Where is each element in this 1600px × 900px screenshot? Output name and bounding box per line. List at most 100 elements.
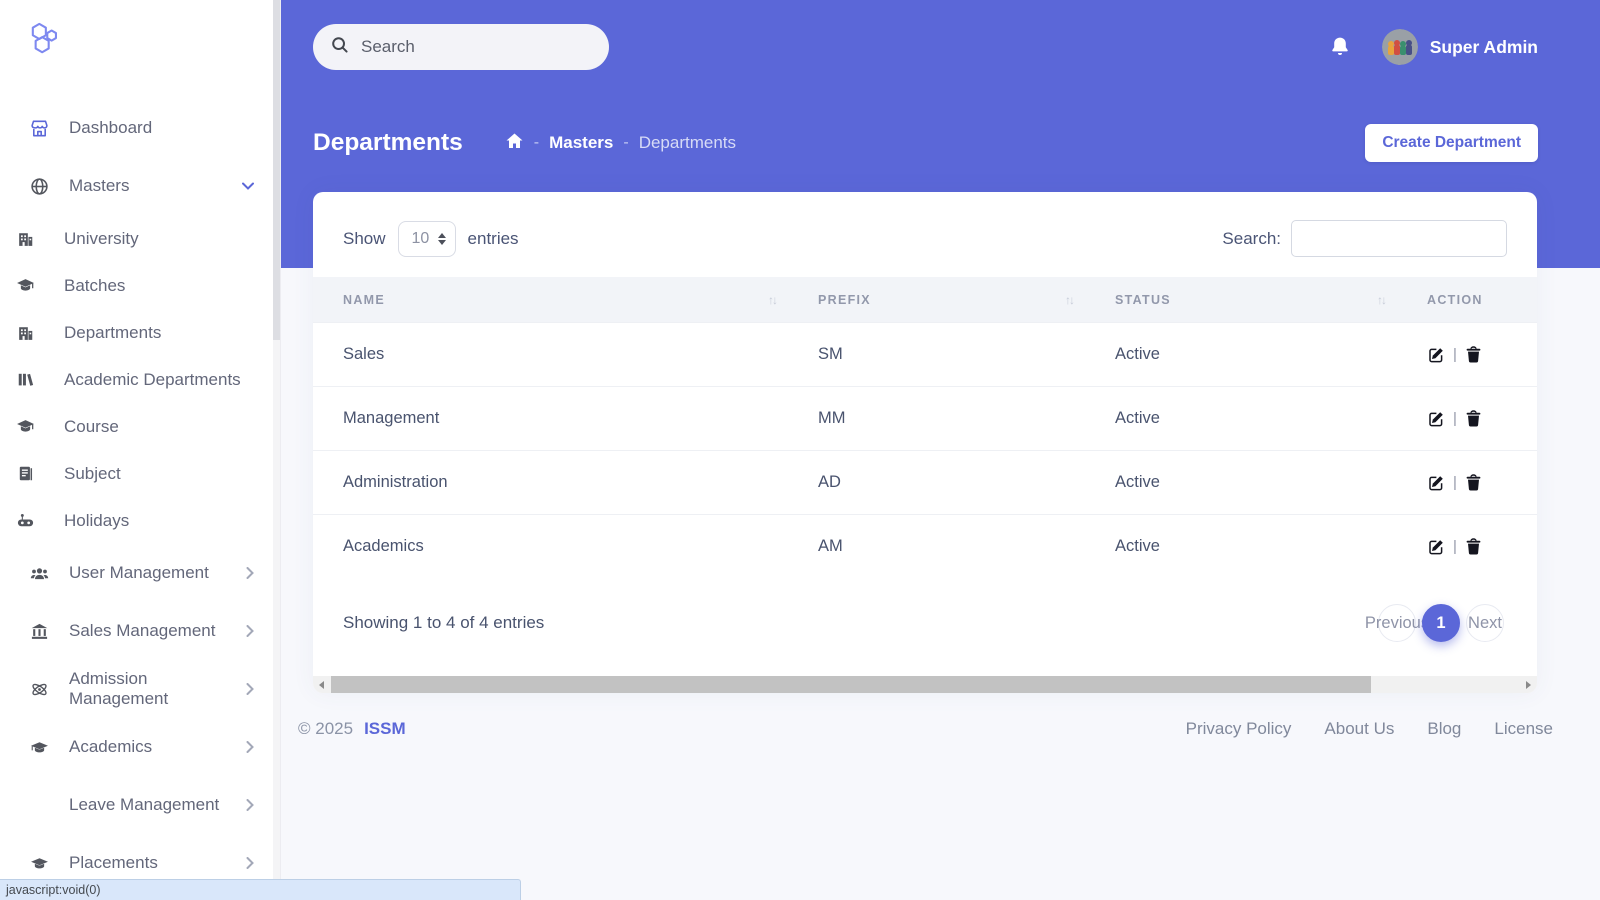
search-input[interactable] [361, 37, 581, 57]
sidebar-item-label: Subject [64, 463, 121, 483]
cell-name: Management [343, 409, 440, 427]
entries-label: entries [467, 228, 519, 248]
show-label: Show [343, 228, 386, 248]
page-size-select[interactable]: 10 [397, 220, 456, 257]
sidebar-item-label: University [64, 228, 139, 248]
page-footer: © 2025 ISSM Privacy Policy About Us Blog… [281, 719, 1600, 739]
edit-icon[interactable] [1427, 410, 1445, 428]
cell-status: Active [1115, 473, 1160, 491]
global-search[interactable] [313, 24, 609, 70]
home-icon[interactable] [505, 132, 524, 155]
table-row: Sales SM Active | [313, 322, 1537, 386]
chevron-right-icon [246, 567, 254, 579]
app-logo-icon[interactable] [28, 22, 62, 61]
brand-link[interactable]: ISSM [364, 719, 406, 739]
graduation-cap-icon [16, 276, 35, 295]
action-separator: | [1453, 346, 1457, 363]
cell-action: | [1427, 409, 1507, 428]
entries-info: Showing 1 to 4 of 4 entries [343, 613, 545, 632]
sidebar-item-subject[interactable]: Subject [0, 450, 280, 497]
delete-icon[interactable] [1465, 473, 1482, 492]
page-header: Departments - Masters - Departments Crea… [281, 124, 1600, 162]
sidebar-item-masters[interactable]: Masters [0, 157, 280, 215]
table-search: Search: [1222, 220, 1507, 257]
delete-icon[interactable] [1465, 409, 1482, 428]
breadcrumb-masters[interactable]: Masters [549, 133, 613, 153]
sidebar-item-admission-management[interactable]: Admission Management [0, 660, 280, 718]
footer-link-privacy-policy[interactable]: Privacy Policy [1186, 719, 1292, 739]
delete-icon[interactable] [1465, 345, 1482, 364]
pagination-next[interactable]: Next [1466, 604, 1504, 642]
store-icon [30, 119, 49, 138]
sort-icon: ↑↓ [768, 292, 778, 307]
sidebar-item-label: Masters [69, 176, 130, 195]
pagination-page-1[interactable]: 1 [1422, 604, 1460, 642]
table-header-row: NAME ↑↓ PREFIX ↑↓ STATUS ↑↓ ACTION [313, 277, 1537, 322]
sidebar-item-holidays[interactable]: Holidays [0, 497, 280, 544]
column-header-action: ACTION [1427, 292, 1483, 307]
blank-icon [30, 796, 49, 815]
chevron-right-icon [246, 857, 254, 869]
sidebar-item-label: Batches [64, 275, 126, 295]
footer-link-license[interactable]: License [1494, 719, 1553, 739]
footer-link-about-us[interactable]: About Us [1324, 719, 1394, 739]
chevron-right-icon [246, 741, 254, 753]
table-controls: Show 10 entries Search: [313, 192, 1537, 277]
cell-status: Active [1115, 345, 1160, 363]
sort-icon: ↑↓ [1377, 292, 1387, 307]
sort-icon: ↑↓ [1065, 292, 1075, 307]
cell-status: Active [1115, 409, 1160, 427]
table-search-input[interactable] [1291, 220, 1507, 257]
sidebar-item-label: Placements [69, 853, 158, 872]
status-bubble: javascript:void(0) [0, 879, 521, 900]
delete-icon[interactable] [1465, 537, 1482, 556]
sidebar-item-academic-departments[interactable]: Academic Departments [0, 356, 280, 403]
breadcrumb-separator: - [533, 134, 540, 151]
building-icon [16, 229, 35, 248]
pagination-previous[interactable]: Previous [1365, 604, 1429, 642]
sidebar-item-leave-management[interactable]: Leave Management [0, 776, 280, 834]
table-footer: Showing 1 to 4 of 4 entries Previous 1 N… [313, 578, 1537, 676]
cell-name: Administration [343, 473, 448, 491]
cell-prefix: MM [818, 409, 846, 427]
library-books-icon [16, 370, 35, 389]
select-arrows-icon [437, 232, 446, 245]
column-header-status[interactable]: STATUS ↑↓ [1115, 293, 1427, 307]
sidebar-item-academics[interactable]: Academics [0, 718, 280, 776]
edit-icon[interactable] [1427, 346, 1445, 364]
footer-links: Privacy Policy About Us Blog License [1186, 719, 1553, 739]
sidebar-item-departments[interactable]: Departments [0, 309, 280, 356]
search-icon [331, 36, 349, 59]
cell-prefix: SM [818, 345, 843, 363]
sidebar-item-university[interactable]: University [0, 215, 280, 262]
cell-name: Academics [343, 537, 424, 555]
scrollbar-thumb[interactable] [331, 676, 1371, 693]
footer-link-blog[interactable]: Blog [1427, 719, 1461, 739]
column-header-prefix[interactable]: PREFIX ↑↓ [818, 293, 1115, 307]
sidebar-item-dashboard[interactable]: Dashboard [0, 99, 280, 157]
edit-icon[interactable] [1427, 538, 1445, 556]
scroll-right-arrow-icon[interactable] [1520, 676, 1537, 693]
sidebar-item-label: Holidays [64, 510, 130, 530]
scroll-left-arrow-icon[interactable] [313, 676, 330, 693]
user-avatar[interactable] [1381, 29, 1418, 65]
sidebar: Dashboard Masters University Batches Dep… [0, 0, 281, 900]
departments-card: Show 10 entries Search: NAME ↑↓ PREFIX ↑… [313, 192, 1537, 693]
table-row: Administration AD Active | [313, 450, 1537, 514]
table-row: Academics AM Active | [313, 514, 1537, 578]
sidebar-item-course[interactable]: Course [0, 403, 280, 450]
sidebar-item-batches[interactable]: Batches [0, 262, 280, 309]
sidebar-item-sales-management[interactable]: Sales Management [0, 602, 280, 660]
sidebar-item-user-management[interactable]: User Management [0, 544, 280, 602]
graduation-cap-icon [30, 854, 49, 873]
pagination: Previous 1 Next [1365, 604, 1507, 642]
horizontal-scrollbar[interactable] [313, 676, 1537, 693]
sidebar-scrollbar[interactable] [273, 0, 280, 900]
edit-icon[interactable] [1427, 474, 1445, 492]
user-name[interactable]: Super Admin [1430, 37, 1538, 58]
bank-icon [30, 622, 49, 641]
notifications-bell-icon[interactable] [1330, 36, 1350, 58]
column-header-name[interactable]: NAME ↑↓ [343, 293, 818, 307]
create-department-button[interactable]: Create Department [1365, 124, 1538, 162]
breadcrumb: - Masters - Departments [505, 132, 736, 155]
